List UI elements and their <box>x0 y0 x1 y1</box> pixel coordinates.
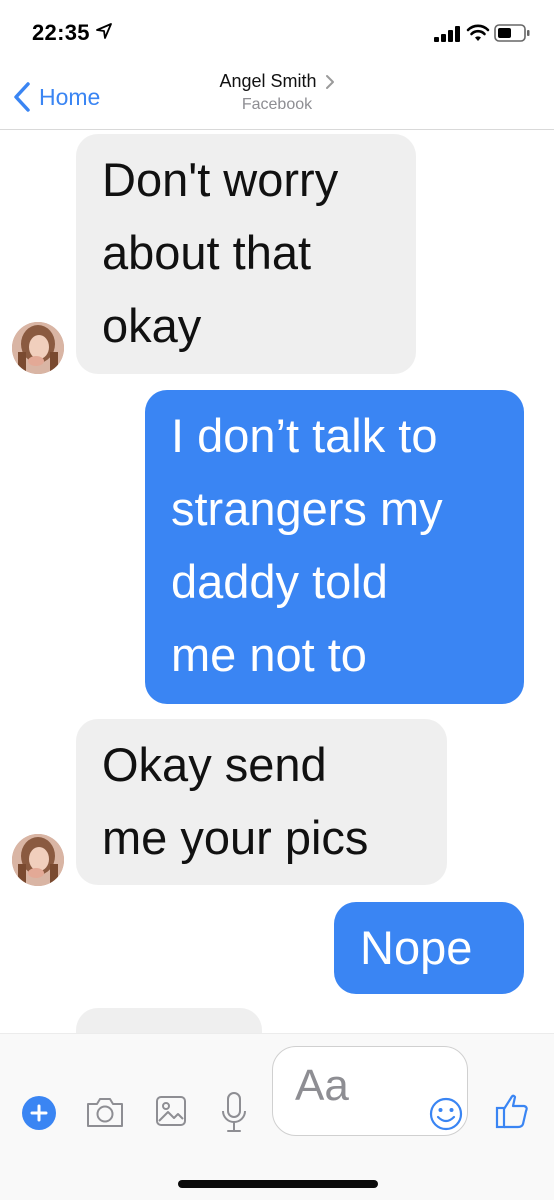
avatar-photo-icon <box>12 322 64 374</box>
message-bubble-outgoing[interactable]: I don’t talk to strangers my daddy told … <box>145 390 524 704</box>
avatar[interactable] <box>12 322 64 374</box>
microphone-icon <box>222 1092 246 1132</box>
status-time: 22:35 <box>32 20 90 45</box>
image-icon <box>156 1096 186 1126</box>
wifi-icon <box>466 24 490 41</box>
message-text: Okay send me your pics <box>102 738 369 864</box>
message-text: I don’t talk to strangers my daddy told … <box>171 409 443 681</box>
message-bubble-outgoing[interactable]: Nope <box>334 902 524 994</box>
microphone-button[interactable] <box>218 1090 250 1136</box>
contact-subtitle: Facebook <box>241 96 313 113</box>
message-bubble-incoming[interactable]: Don't worry about that okay <box>76 134 416 374</box>
avatar-photo-icon <box>12 834 64 886</box>
image-button[interactable] <box>154 1094 188 1128</box>
message-text: Don't worry about that okay <box>102 153 339 352</box>
camera-icon <box>87 1098 123 1127</box>
contact-info[interactable]: Angel Smith Facebook <box>0 71 554 114</box>
location-arrow-icon <box>96 23 112 39</box>
contact-name: Angel Smith <box>219 71 317 91</box>
home-indicator[interactable] <box>178 1180 378 1188</box>
plus-button[interactable] <box>22 1096 56 1130</box>
chevron-right-icon <box>325 74 334 89</box>
battery-icon <box>494 24 530 42</box>
emoji-icon[interactable] <box>428 1096 464 1132</box>
cellular-signal-icon <box>434 26 460 42</box>
avatar[interactable] <box>12 834 64 886</box>
status-bar: 22:35 <box>0 0 554 66</box>
composer-bar: Aa <box>0 1033 554 1200</box>
message-bubble-incoming[interactable]: Okay send me your pics <box>76 719 447 885</box>
plus-icon <box>30 1104 48 1122</box>
conversation-header: Home Angel Smith Facebook <box>0 66 554 130</box>
camera-button[interactable] <box>85 1094 125 1130</box>
message-text: Nope <box>360 921 473 974</box>
like-button[interactable] <box>494 1092 530 1130</box>
thumbs-up-icon <box>495 1094 528 1129</box>
message-input-placeholder: Aa <box>295 1061 349 1110</box>
